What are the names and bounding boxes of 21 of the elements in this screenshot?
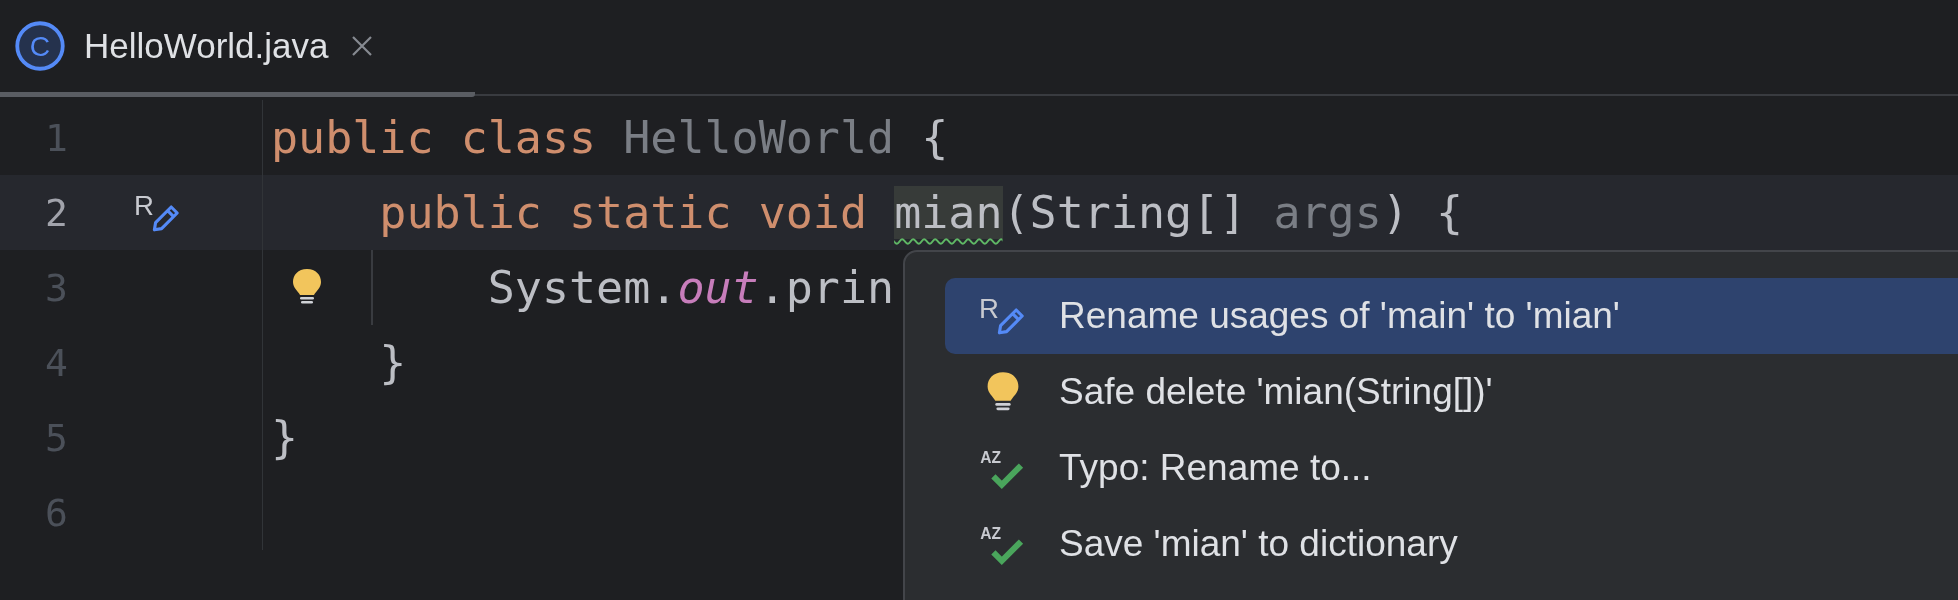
- class-icon: C: [14, 20, 66, 72]
- code-text: System.: [487, 261, 678, 314]
- keyword-text: public static void: [379, 186, 869, 239]
- code-text: }: [379, 336, 407, 389]
- field-text: out: [677, 261, 759, 314]
- misspelled-identifier: mian: [894, 186, 1003, 239]
- editor-tab[interactable]: C HelloWorld.java: [0, 0, 475, 97]
- menu-item[interactable]: AZ Save 'mian' to dictionary: [945, 506, 1958, 582]
- code-text: .prin: [758, 261, 895, 314]
- menu-item[interactable]: R Rename usages of 'main' to 'mian': [945, 278, 1958, 354]
- menu-item[interactable]: Safe delete 'mian(String[])': [945, 354, 1958, 430]
- identifier-text: HelloWorld: [623, 111, 895, 164]
- code-text: ) {: [1381, 186, 1464, 239]
- code-text: (String[]: [1002, 186, 1248, 239]
- line-number: 2: [44, 190, 68, 235]
- close-icon[interactable]: [350, 34, 375, 58]
- code-text: {: [920, 111, 949, 164]
- keyword-text: public class: [271, 111, 598, 164]
- code-text: }: [271, 411, 299, 464]
- identifier-text: args: [1273, 186, 1382, 239]
- menu-item[interactable]: AZ Typo: Rename to...: [945, 430, 1958, 506]
